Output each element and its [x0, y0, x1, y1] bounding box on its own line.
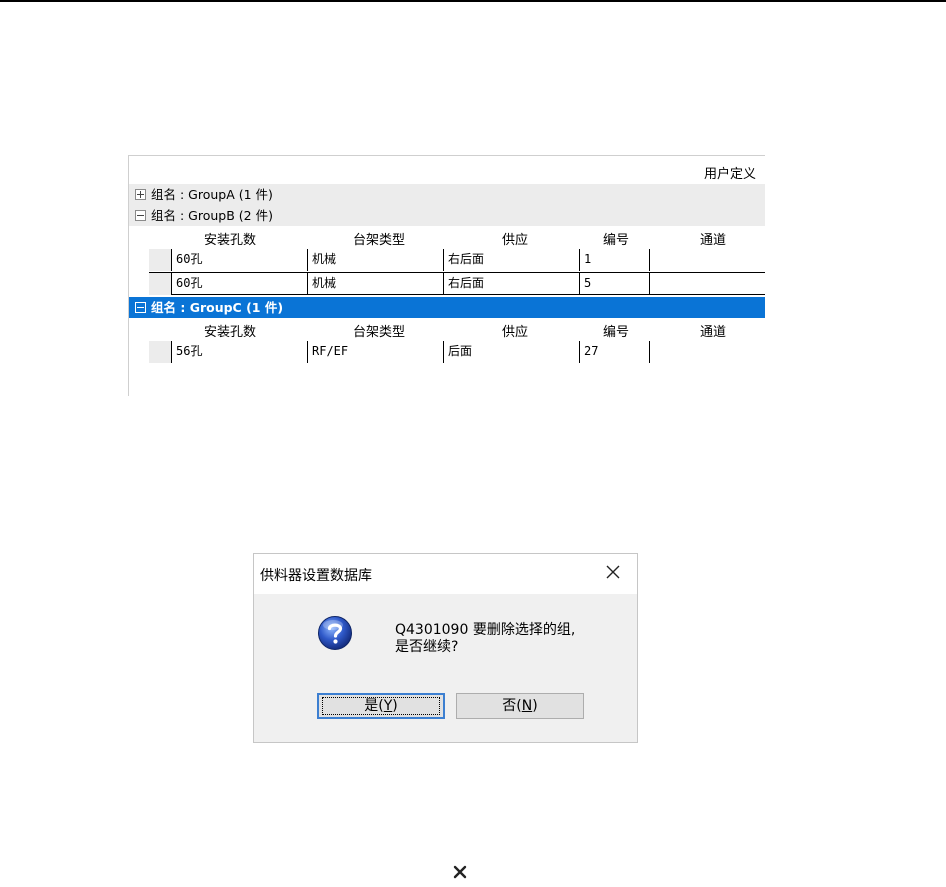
cell-number[interactable]: 5: [579, 273, 649, 295]
column-header-channel[interactable]: 通道: [649, 229, 765, 248]
cell-holes[interactable]: 60孔: [171, 249, 311, 271]
cell-rack-type[interactable]: 机械: [307, 273, 443, 295]
column-header-number[interactable]: 编号: [583, 229, 649, 248]
table-row[interactable]: 60孔 机械 右后面 5: [149, 272, 765, 296]
expand-icon[interactable]: [135, 189, 146, 200]
dialog-title: 供料器设置数据库: [260, 568, 372, 584]
cell-supply[interactable]: 右后面: [443, 249, 579, 271]
close-icon[interactable]: [601, 560, 625, 584]
column-header-rack-type[interactable]: 台架类型: [311, 229, 447, 248]
cell-holes[interactable]: 60孔: [171, 273, 311, 295]
no-button-accel: N: [521, 698, 533, 714]
no-button[interactable]: 否(N): [456, 693, 584, 719]
close-icon[interactable]: [452, 864, 468, 880]
top-divider: [0, 0, 946, 2]
column-header-number[interactable]: 编号: [583, 321, 649, 340]
dialog-message: Q4301090 要删除选择的组, 是否继续?: [395, 622, 575, 656]
row-indicator[interactable]: [149, 249, 171, 271]
table-row[interactable]: 56孔 RF/EF 后面 27: [129, 341, 765, 364]
cell-number[interactable]: 1: [579, 249, 649, 271]
column-header-channel[interactable]: 通道: [649, 321, 765, 340]
group-label: 组名 : GroupC (1 件): [151, 300, 284, 315]
group-row-b[interactable]: 组名 : GroupB (2 件): [129, 205, 765, 226]
table-row[interactable]: 60孔 机械 右后面 1: [129, 249, 765, 272]
grouped-data-grid: 用户定义 组名 : GroupA (1 件) 组名 : GroupB (2 件)…: [128, 155, 765, 396]
cell-channel[interactable]: [649, 273, 765, 295]
cell-supply[interactable]: 右后面: [443, 273, 579, 295]
row-indicator[interactable]: [149, 341, 171, 363]
message-line-1: Q4301090 要删除选择的组,: [395, 622, 576, 638]
cell-supply[interactable]: 后面: [443, 341, 579, 363]
column-header-supply[interactable]: 供应: [447, 229, 583, 248]
column-header-supply[interactable]: 供应: [447, 321, 583, 340]
no-button-label: 否(: [502, 698, 522, 714]
paren-close: ): [532, 698, 538, 714]
confirm-delete-dialog: 供料器设置数据库 Q4301090 要删除选择的组, 是否继续? 是(Y) 否(…: [253, 553, 638, 743]
cell-rack-type[interactable]: RF/EF: [307, 341, 443, 363]
cell-channel[interactable]: [649, 249, 765, 271]
dialog-titlebar[interactable]: 供料器设置数据库: [254, 554, 637, 594]
group-row-c[interactable]: 组名 : GroupC (1 件): [129, 297, 765, 318]
cell-channel[interactable]: [649, 341, 765, 363]
group-label: 组名 : GroupA (1 件): [151, 187, 273, 202]
column-header-row: 安装孔数 台架类型 供应 编号 通道: [129, 226, 765, 249]
message-line-2: 是否继续?: [395, 639, 459, 655]
cell-holes[interactable]: 56孔: [171, 341, 311, 363]
column-header-holes[interactable]: 安装孔数: [149, 229, 311, 248]
user-defined-label[interactable]: 用户定义: [704, 163, 756, 182]
column-header-holes[interactable]: 安装孔数: [149, 321, 311, 340]
column-header-rack-type[interactable]: 台架类型: [311, 321, 447, 340]
group-label: 组名 : GroupB (2 件): [151, 208, 273, 223]
group-row-a[interactable]: 组名 : GroupA (1 件): [129, 184, 765, 205]
row-indicator[interactable]: [149, 273, 171, 295]
focus-rect: [322, 697, 440, 715]
cell-number[interactable]: 27: [579, 341, 649, 363]
grid-header: 用户定义: [129, 156, 765, 184]
yes-button[interactable]: 是(Y): [317, 693, 445, 719]
collapse-icon[interactable]: [135, 210, 146, 221]
column-header-row: 安装孔数 台架类型 供应 编号 通道: [129, 318, 765, 341]
collapse-icon[interactable]: [135, 302, 146, 313]
question-icon: [318, 616, 352, 650]
cell-rack-type[interactable]: 机械: [307, 249, 443, 271]
